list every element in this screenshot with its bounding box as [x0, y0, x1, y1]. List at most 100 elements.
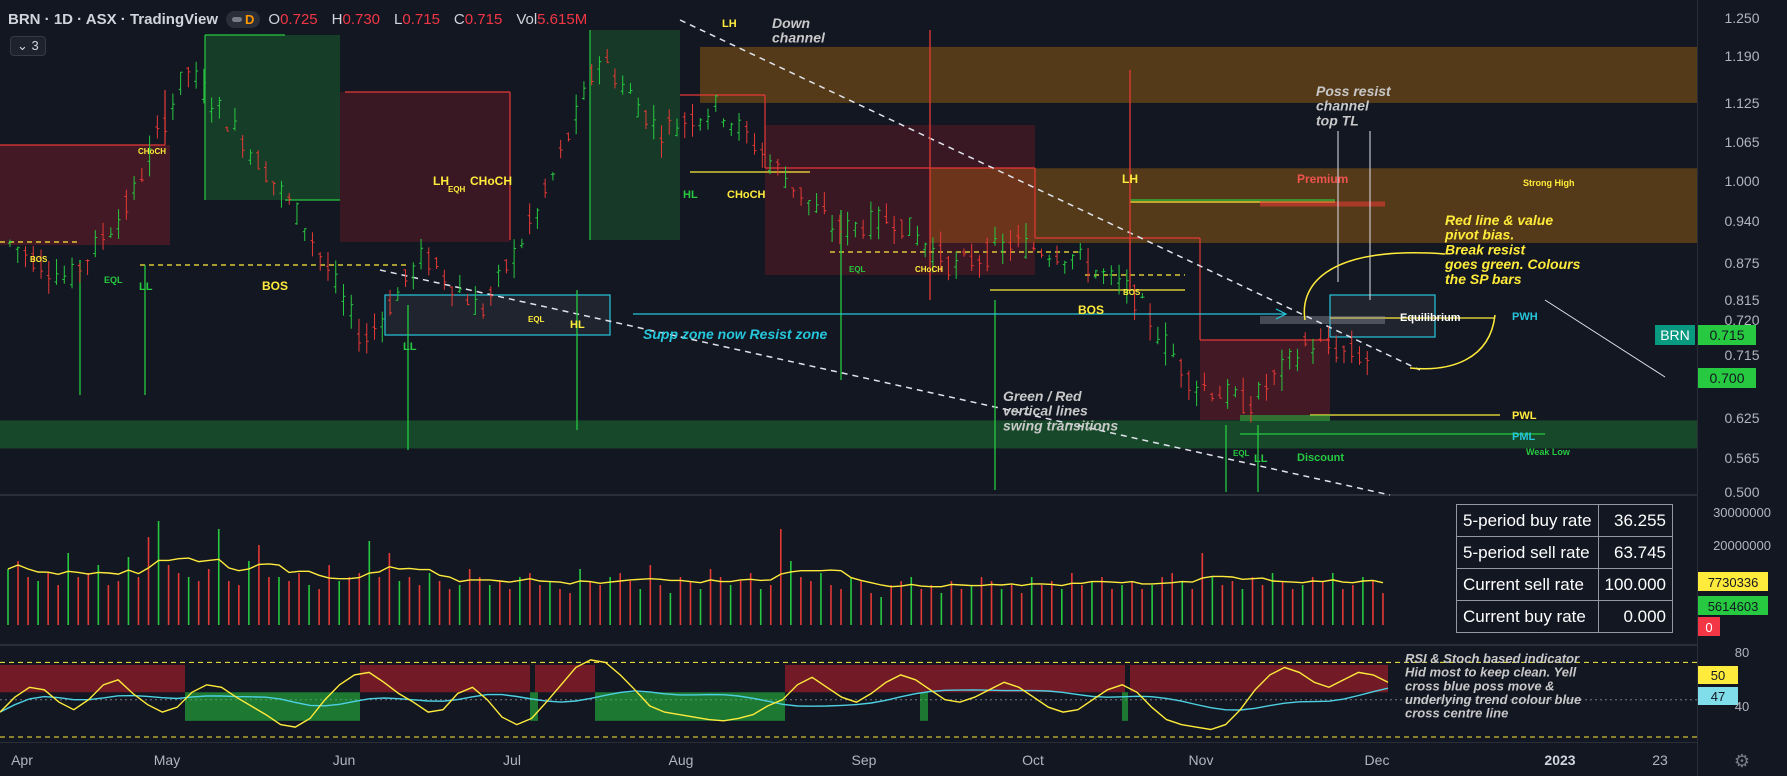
volume-badge-value: 0 [1705, 620, 1712, 635]
stat-label: 5-period buy rate [1456, 504, 1599, 537]
pwh-label: PWH [1512, 311, 1538, 323]
stat-value: 36.255 [1597, 504, 1673, 537]
time-tick-label: Aug [669, 752, 694, 768]
osc-bull-band [920, 692, 928, 721]
eql-label: EQL [849, 265, 866, 274]
pwl-label: PWL [1512, 410, 1537, 422]
choch-label: CHoCH [727, 189, 766, 201]
table-row: 5-period sell rate 63.745 [1456, 536, 1673, 569]
stat-value: 63.745 [1597, 536, 1673, 569]
choch-label: CHoCH [138, 147, 166, 156]
bos-label: BOS [1123, 288, 1141, 297]
discount-label: Discount [1297, 452, 1344, 464]
swing-label: HL [570, 319, 585, 331]
pane-divider [0, 494, 1697, 496]
down-channel-note-line: channel [772, 30, 826, 46]
osc-note: RSI & Stoch based indicator Hid most to k… [1405, 651, 1581, 721]
bullish-block [590, 30, 680, 240]
price-tick-label: 1.125 [1724, 95, 1759, 111]
bearish-block [1200, 340, 1330, 420]
time-tick-label: Dec [1365, 752, 1390, 768]
osc-badge-value: 47 [1711, 689, 1725, 704]
indicator-count: 3 [31, 38, 39, 53]
osc-badge-value: 50 [1711, 668, 1725, 683]
high-label: H [331, 10, 343, 28]
time-tick-label: Nov [1189, 752, 1214, 768]
price-tick-label: 0.815 [1724, 292, 1759, 308]
swing-label: LL [1254, 453, 1268, 465]
time-tick-label: Sep [852, 752, 877, 768]
indicator-toggle[interactable]: ⌄ 3 [10, 36, 46, 56]
osc-note-line: cross centre line [1405, 706, 1508, 721]
pivot-note-line: goes green. Colours [1444, 256, 1581, 272]
volume-value: 5.615M [537, 10, 588, 28]
swing-label: LL [403, 341, 417, 353]
swing-note-line: Green / Red [1003, 388, 1082, 404]
swing-label: LH [722, 18, 737, 30]
swing-label: HL [683, 189, 698, 201]
chevron-down-icon: ⌄ [17, 38, 32, 53]
swing-note-line: vertical lines [1003, 403, 1088, 419]
bos-label: BOS [262, 279, 288, 293]
chart-header: BRN · 1D · ASX · TradingView D O0.725 H0… [8, 8, 593, 30]
resist-note: Poss resist channel top TL [1316, 83, 1392, 128]
pivot-note-line: the SP bars [1445, 271, 1522, 287]
price-tick-label: 1.065 [1724, 134, 1759, 150]
osc-bear-band [360, 664, 530, 693]
high-value: 0.730 [342, 10, 381, 28]
time-tick-label: 23 [1652, 752, 1668, 768]
swing-label: LH [433, 174, 449, 188]
time-tick-label: Oct [1022, 752, 1044, 768]
stat-value: 0.000 [1597, 600, 1673, 633]
resist-note-line: channel [1316, 98, 1370, 114]
table-row: Current buy rate 0.000 [1456, 600, 1673, 633]
low-value: 0.715 [402, 10, 440, 28]
chart-canvas: LH Down channelCHoCHLHEQHCHoCHHL CHoCHBOSEQ… [0, 0, 1771, 776]
volume-ma-line [7, 557, 1384, 588]
stats-table: 5-period buy rate 36.255 5-period sell ra… [1456, 504, 1673, 633]
price-tick-label: 0.875 [1724, 255, 1759, 271]
osc-tick-label: 40 [1735, 699, 1749, 714]
swing-label: LH [1122, 172, 1138, 186]
close-label: C [453, 10, 465, 28]
level-price-value: 0.700 [1709, 370, 1744, 386]
volume-label: Vol [516, 10, 538, 28]
choch-label: CHoCH [470, 174, 512, 188]
zone-box [700, 46, 1697, 103]
pivot-note-line: Break resist [1445, 241, 1527, 257]
time-tick-label: Jul [503, 752, 521, 768]
open-value: 0.725 [280, 10, 318, 28]
toggle-icon [232, 16, 243, 22]
choch-label: CHoCH [915, 265, 943, 274]
weak-low-label: Weak Low [1526, 447, 1571, 457]
pml-label: PML [1512, 431, 1536, 443]
price-tick-label: 0.565 [1724, 450, 1759, 466]
price-tick-label: 1.250 [1724, 10, 1759, 26]
settings-gear-icon: ⚙ [1734, 751, 1750, 771]
price-tick-label: 1.190 [1724, 48, 1759, 64]
bos-label: BOS [1078, 303, 1104, 317]
table-row: Current sell rate 100.000 [1456, 568, 1673, 601]
eql-label: EQL [528, 315, 545, 324]
price-axis-border [1697, 0, 1698, 776]
resist-note-line: Poss resist [1316, 83, 1392, 99]
symbol-badge-label: BRN [1660, 327, 1690, 343]
stat-label: Current sell rate [1456, 568, 1599, 601]
eql-label: EQL [1233, 449, 1250, 458]
stat-label: Current buy rate [1456, 600, 1599, 633]
replay-badge[interactable]: D [226, 10, 261, 28]
bearish-block [0, 145, 170, 245]
table-row: 5-period buy rate 36.255 [1456, 504, 1673, 537]
eql-label: EQL [104, 275, 123, 285]
time-axis-border [0, 742, 1697, 743]
swing-label: LL [139, 281, 153, 293]
osc-bear-band [535, 664, 595, 693]
strong-high-label: Strong High [1523, 178, 1575, 188]
stat-label: 5-period sell rate [1456, 536, 1599, 569]
close-value: 0.715 [464, 10, 503, 28]
osc-bear-band [1130, 664, 1388, 693]
time-tick-label: Apr [11, 752, 33, 768]
symbol-title[interactable]: BRN · 1D · ASX · TradingView [8, 11, 218, 28]
time-tick-label: Jun [333, 752, 356, 768]
pane-divider [0, 644, 1697, 646]
